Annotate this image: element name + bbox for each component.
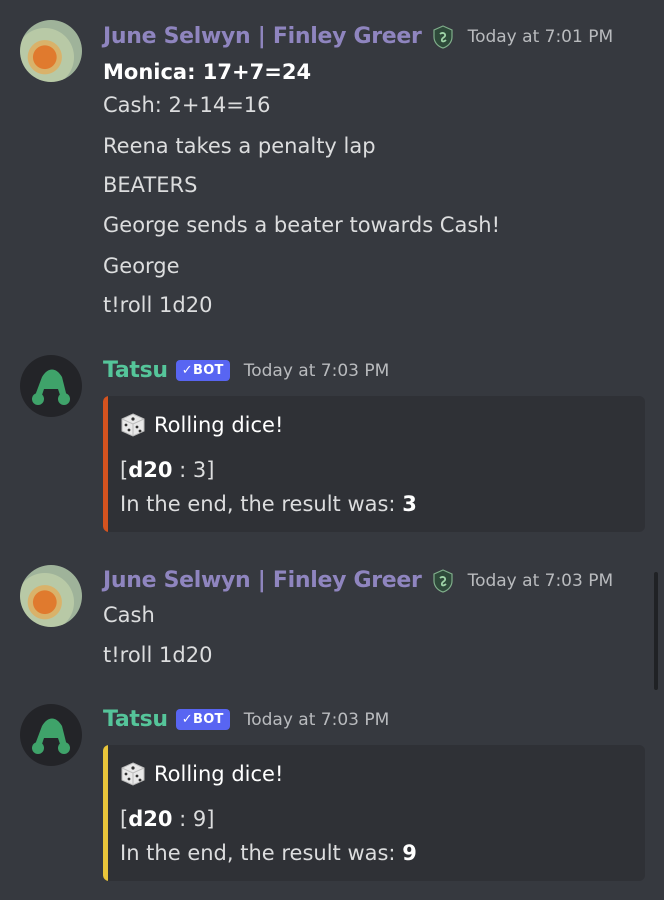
- bot-badge: ✓BOT: [175, 360, 230, 381]
- timestamp: Today at 7:03 PM: [467, 570, 614, 591]
- username[interactable]: June Selwyn | Finley Greer: [103, 24, 422, 49]
- message-header: Tatsu ✓BOT Today at 7:03 PM: [103, 707, 389, 732]
- embed-title-text: Rolling dice!: [154, 413, 284, 437]
- dice-embed: Rolling dice! [d20 : 9] In the end, the …: [103, 745, 645, 881]
- dice-embed: Rolling dice! [d20 : 3] In the end, the …: [103, 396, 645, 532]
- tatsu-avatar-icon: [32, 718, 70, 754]
- message-header: Tatsu ✓BOT Today at 7:03 PM: [103, 358, 389, 383]
- bot-badge: ✓BOT: [175, 709, 230, 730]
- result-line: In the end, the result was: 9: [120, 841, 417, 865]
- die-label: d20: [128, 807, 173, 831]
- embed-title-text: Rolling dice!: [154, 762, 284, 786]
- shield-icon: [432, 24, 453, 49]
- message-line: Reena takes a penalty lap: [103, 134, 376, 158]
- message-line: George: [103, 254, 180, 278]
- embed-title: Rolling dice!: [120, 761, 283, 787]
- timestamp: Today at 7:03 PM: [243, 709, 390, 730]
- dice-icon: [121, 413, 145, 437]
- avatar[interactable]: [20, 355, 82, 417]
- avatar[interactable]: [20, 20, 82, 82]
- username[interactable]: Tatsu: [103, 707, 168, 732]
- roll-bracket: [: [120, 807, 129, 831]
- roll-value: : 3]: [172, 458, 215, 482]
- embed-accent-bar: [103, 745, 108, 881]
- embed-title: Rolling dice!: [120, 412, 283, 438]
- username[interactable]: Tatsu: [103, 358, 168, 383]
- timestamp: Today at 7:03 PM: [243, 360, 390, 381]
- roll-value: : 9]: [172, 807, 215, 831]
- dice-icon: [121, 762, 145, 786]
- timestamp: Today at 7:01 PM: [467, 26, 614, 47]
- username[interactable]: June Selwyn | Finley Greer: [103, 568, 422, 593]
- die-label: d20: [128, 458, 173, 482]
- message-line: t!roll 1d20: [103, 293, 213, 317]
- avatar[interactable]: [20, 565, 82, 627]
- message-line: Cash: [103, 603, 155, 627]
- result-value: 3: [402, 492, 417, 516]
- message-line: BEATERS: [103, 173, 198, 197]
- result-value: 9: [402, 841, 417, 865]
- message-header: June Selwyn | Finley Greer Today at 7:03…: [103, 568, 613, 593]
- roll-line: [d20 : 3]: [120, 458, 214, 482]
- result-prefix: In the end, the result was:: [120, 841, 403, 865]
- avatar[interactable]: [20, 704, 82, 766]
- message-line: Cash: 2+14=16: [103, 93, 271, 117]
- message-line: George sends a beater towards Cash!: [103, 213, 501, 237]
- result-prefix: In the end, the result was:: [120, 492, 403, 516]
- roll-bracket: [: [120, 458, 129, 482]
- tatsu-avatar-icon: [32, 369, 70, 405]
- message-line: t!roll 1d20: [103, 643, 213, 667]
- scrollbar[interactable]: [654, 572, 658, 690]
- message-line: Monica: 17+7=24: [103, 60, 312, 84]
- result-line: In the end, the result was: 3: [120, 492, 417, 516]
- roll-line: [d20 : 9]: [120, 807, 214, 831]
- message-header: June Selwyn | Finley Greer Today at 7:01…: [103, 24, 613, 49]
- shield-icon: [432, 568, 453, 593]
- embed-accent-bar: [103, 396, 108, 532]
